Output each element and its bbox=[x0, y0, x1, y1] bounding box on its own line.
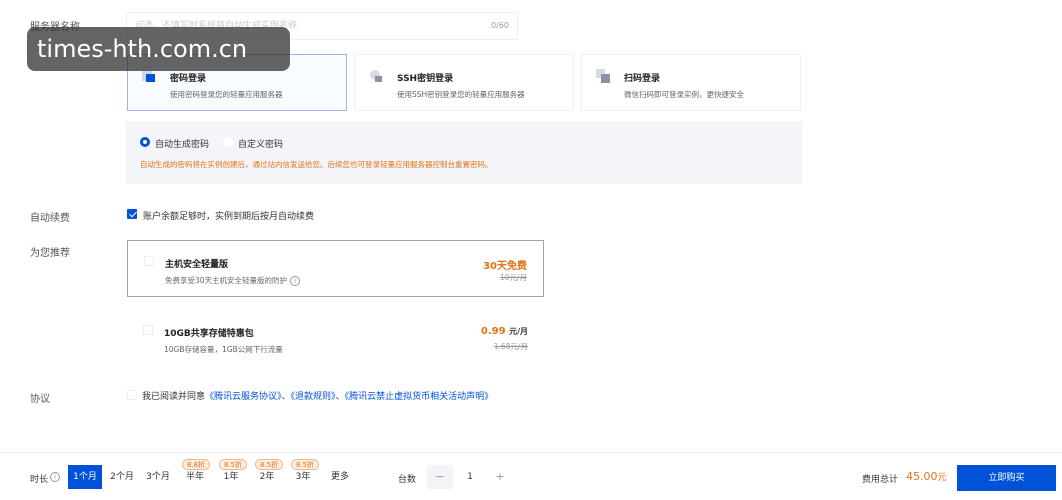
agreement-text: 我已阅读并同意《腾讯云服务协议》、《退款规则》、《腾讯云禁止虚拟货币相关活动声明… bbox=[142, 392, 494, 402]
recommend-price: 30天免费 bbox=[483, 261, 527, 272]
link-service-agreement[interactable]: 《腾讯云服务协议》 bbox=[205, 392, 282, 402]
recommend-desc: 免费享受30天主机安全轻量版的防护 i bbox=[165, 275, 301, 286]
duration-label: 时长 bbox=[30, 475, 49, 485]
recommend-price: 0.99 元/月 bbox=[480, 326, 528, 337]
login-card-title: SSH密钥登录 bbox=[397, 74, 454, 84]
buy-now-button[interactable]: 立即购买 bbox=[957, 465, 1056, 491]
link-refund-rules[interactable]: 《退款规则》 bbox=[291, 392, 336, 402]
login-card-title: 扫码登录 bbox=[624, 74, 661, 84]
recommend-desc: 10GB存储容量，1GB公网下行流量 bbox=[164, 345, 283, 354]
password-login-icon bbox=[142, 71, 155, 82]
total-cost-value: 45.00元 bbox=[906, 470, 947, 483]
auto-renew-label: 自动续费 bbox=[30, 213, 70, 224]
auto-renew-text: 账户余额足够时，实例到期后按月自动续费 bbox=[143, 212, 315, 222]
recommend-title: 10GB共享存储特惠包 bbox=[164, 329, 254, 339]
quantity-label: 台数 bbox=[398, 475, 417, 485]
discount-badge: 8.5折 bbox=[291, 459, 320, 470]
purchase-bar: 时长 i 1个月 2个月 3个月 半年 1年 2年 3年 更多 8.8折 8.5… bbox=[0, 452, 1062, 500]
recommend-label: 为您推荐 bbox=[30, 248, 70, 259]
recommend-item-host-security[interactable]: 主机安全轻量版 免费享受30天主机安全轻量版的防护 i 30天免费 10元/月 bbox=[127, 240, 544, 297]
radio-custom-password-label[interactable]: 自定义密码 bbox=[238, 137, 283, 150]
watermark-overlay: times-hth.com.cn bbox=[27, 27, 290, 71]
info-icon[interactable]: i bbox=[290, 276, 301, 286]
total-cost-label: 费用总计 bbox=[862, 475, 899, 485]
recommend-title: 主机安全轻量版 bbox=[165, 260, 229, 270]
recommend-old-price: 1.68元/月 bbox=[493, 342, 528, 351]
agreement-label: 协议 bbox=[30, 394, 50, 405]
recommend-item-storage[interactable]: 10GB共享存储特惠包 10GB存储容量，1GB公网下行流量 0.99 元/月 … bbox=[127, 310, 544, 367]
instance-name-counter: 0/60 bbox=[491, 21, 509, 30]
recommend-checkbox[interactable] bbox=[143, 325, 153, 335]
qr-code-icon bbox=[596, 69, 610, 83]
duration-2-months[interactable]: 2个月 bbox=[104, 465, 140, 489]
quantity-value[interactable]: 1 bbox=[455, 465, 485, 489]
agreement-checkbox[interactable] bbox=[127, 390, 137, 400]
radio-auto-password[interactable] bbox=[140, 137, 150, 147]
password-tip: 自动生成的密码将在实例创建后，通过站内信发送给您。后续您也可登录轻量应用服务器控… bbox=[140, 160, 493, 169]
login-card-desc: 使用SSH密钥登录您的轻量应用服务器 bbox=[397, 90, 525, 99]
discount-badge: 8.8折 bbox=[182, 459, 211, 470]
duration-1-month[interactable]: 1个月 bbox=[68, 465, 102, 489]
link-crypto-statement[interactable]: 《腾讯云禁止虚拟货币相关活动声明》 bbox=[345, 392, 494, 402]
login-card-title: 密码登录 bbox=[170, 74, 207, 84]
quantity-decrement-button[interactable]: − bbox=[427, 465, 453, 489]
quantity-increment-button[interactable]: + bbox=[487, 465, 513, 489]
discount-badge: 8.5折 bbox=[255, 459, 284, 470]
password-settings-panel: 自动生成密码 自定义密码 自动生成的密码将在实例创建后，通过站内信发送给您。后续… bbox=[126, 121, 802, 184]
login-card-ssh[interactable]: SSH密钥登录 使用SSH密钥登录您的轻量应用服务器 bbox=[354, 54, 574, 111]
radio-custom-password[interactable] bbox=[223, 137, 233, 147]
discount-badge: 8.5折 bbox=[219, 459, 248, 470]
duration-info-icon[interactable]: i bbox=[50, 472, 60, 482]
recommend-checkbox[interactable] bbox=[144, 256, 154, 266]
ssh-key-icon bbox=[370, 70, 382, 82]
login-card-qr[interactable]: 扫码登录 微信扫码即可登录实例，更快捷安全 bbox=[581, 54, 801, 111]
recommend-old-price: 10元/月 bbox=[499, 273, 527, 282]
radio-auto-password-label[interactable]: 自动生成密码 bbox=[155, 137, 209, 150]
login-card-desc: 微信扫码即可登录实例，更快捷安全 bbox=[624, 90, 744, 99]
duration-3-months[interactable]: 3个月 bbox=[140, 465, 176, 489]
duration-more[interactable]: 更多 bbox=[322, 465, 358, 489]
login-card-desc: 使用密码登录您的轻量应用服务器 bbox=[170, 90, 283, 99]
auto-renew-checkbox[interactable] bbox=[127, 209, 137, 219]
